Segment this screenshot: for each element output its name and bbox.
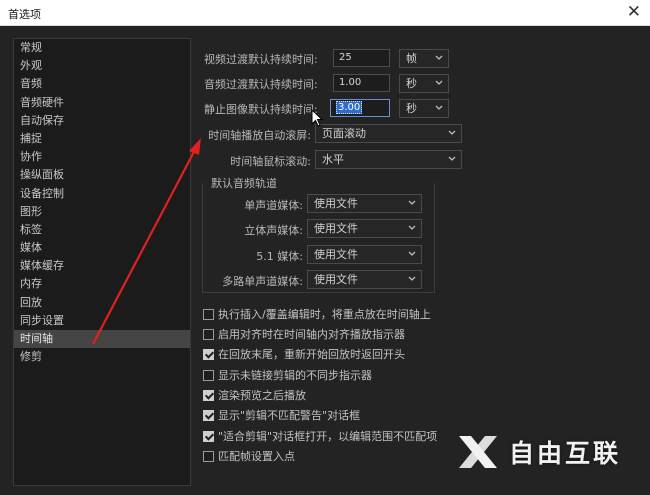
annotation-arrow-icon [92,138,201,345]
watermark-logo-icon [459,436,497,468]
mouse-pointer-icon [311,109,323,127]
watermark: 自由互联 [455,432,621,472]
watermark-text: 自由互联 [509,439,622,468]
